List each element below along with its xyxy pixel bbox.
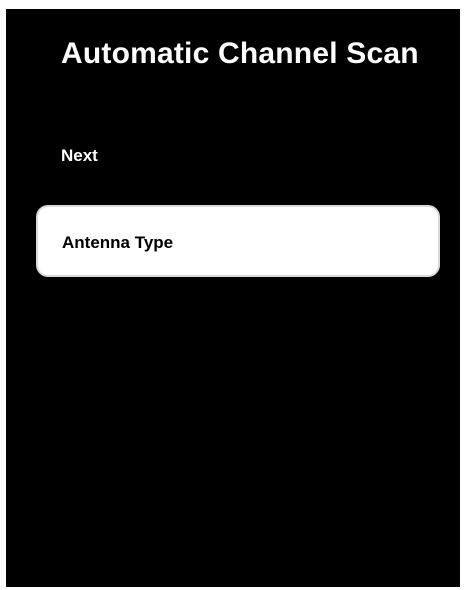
- next-button[interactable]: Next: [61, 145, 98, 167]
- menu-item-label: Antenna Type: [62, 233, 174, 252]
- menu-item-antenna-type[interactable]: Antenna Type: [36, 205, 440, 277]
- tv-menu-screen: Automatic Channel Scan Next Antenna Type: [6, 9, 460, 587]
- page-title: Automatic Channel Scan: [61, 37, 419, 70]
